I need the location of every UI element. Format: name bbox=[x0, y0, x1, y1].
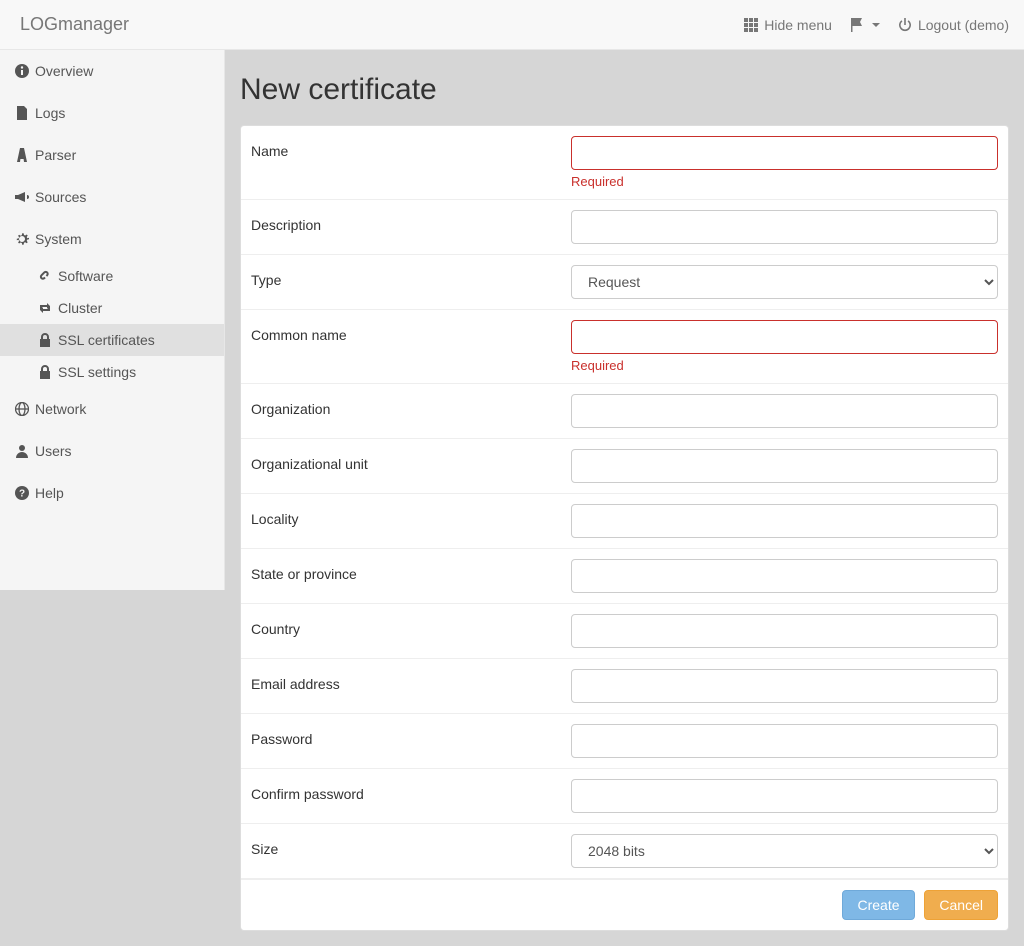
sidebar-label: Software bbox=[58, 268, 113, 284]
sidebar-label: Users bbox=[35, 443, 72, 459]
row-size: Size 2048 bits bbox=[241, 824, 1008, 879]
label-size: Size bbox=[251, 834, 571, 868]
caret-down-icon bbox=[872, 23, 880, 27]
sidebar-item-system[interactable]: System bbox=[0, 218, 224, 260]
file-icon bbox=[15, 106, 29, 120]
label-password: Password bbox=[251, 724, 571, 758]
svg-text:?: ? bbox=[19, 489, 25, 500]
flag-icon bbox=[850, 18, 864, 32]
brand[interactable]: LOGmanager bbox=[15, 14, 129, 35]
row-organization: Organization bbox=[241, 384, 1008, 439]
label-country: Country bbox=[251, 614, 571, 648]
confirm-password-input[interactable] bbox=[571, 779, 998, 813]
sidebar-item-network[interactable]: Network bbox=[0, 388, 224, 430]
sidebar-item-logs[interactable]: Logs bbox=[0, 92, 224, 134]
label-common-name: Common name bbox=[251, 320, 571, 373]
state-input[interactable] bbox=[571, 559, 998, 593]
user-icon bbox=[15, 444, 29, 458]
row-description: Description bbox=[241, 200, 1008, 255]
country-input[interactable] bbox=[571, 614, 998, 648]
locality-input[interactable] bbox=[571, 504, 998, 538]
road-icon bbox=[15, 148, 29, 162]
link-icon bbox=[38, 269, 52, 283]
sidebar-label: System bbox=[35, 231, 82, 247]
sidebar-label: Parser bbox=[35, 147, 76, 163]
organization-input[interactable] bbox=[571, 394, 998, 428]
sidebar-label: Network bbox=[35, 401, 86, 417]
content: New certificate Name Required Descriptio… bbox=[225, 50, 1024, 946]
sidebar-label: Logs bbox=[35, 105, 65, 121]
row-type: Type Request bbox=[241, 255, 1008, 310]
row-common-name: Common name Required bbox=[241, 310, 1008, 384]
row-password: Password bbox=[241, 714, 1008, 769]
grid-icon bbox=[744, 18, 758, 32]
size-select[interactable]: 2048 bits bbox=[571, 834, 998, 868]
type-select[interactable]: Request bbox=[571, 265, 998, 299]
sidebar-sub-cluster[interactable]: Cluster bbox=[0, 292, 224, 324]
row-locality: Locality bbox=[241, 494, 1008, 549]
sidebar-label: Sources bbox=[35, 189, 86, 205]
sidebar-item-sources[interactable]: Sources bbox=[0, 176, 224, 218]
label-org-unit: Organizational unit bbox=[251, 449, 571, 483]
sidebar-sub-ssl-certificates[interactable]: SSL certificates bbox=[0, 324, 224, 356]
sidebar-sub-software[interactable]: Software bbox=[0, 260, 224, 292]
sidebar-item-users[interactable]: Users bbox=[0, 430, 224, 472]
sidebar-label: SSL settings bbox=[58, 364, 136, 380]
row-country: Country bbox=[241, 604, 1008, 659]
label-email: Email address bbox=[251, 669, 571, 703]
org-unit-input[interactable] bbox=[571, 449, 998, 483]
label-organization: Organization bbox=[251, 394, 571, 428]
description-input[interactable] bbox=[571, 210, 998, 244]
row-state: State or province bbox=[241, 549, 1008, 604]
page-title: New certificate bbox=[240, 73, 1009, 107]
name-input[interactable] bbox=[571, 136, 998, 170]
password-input[interactable] bbox=[571, 724, 998, 758]
globe-icon bbox=[15, 402, 29, 416]
topbar: LOGmanager Hide menu Logout (demo) bbox=[0, 0, 1024, 50]
row-org-unit: Organizational unit bbox=[241, 439, 1008, 494]
sidebar-item-parser[interactable]: Parser bbox=[0, 134, 224, 176]
sidebar: Overview Logs Parser Sources System Soft… bbox=[0, 50, 225, 590]
sidebar-sub-ssl-settings[interactable]: SSL settings bbox=[0, 356, 224, 388]
power-icon bbox=[898, 18, 912, 32]
label-locality: Locality bbox=[251, 504, 571, 538]
sidebar-label: Overview bbox=[35, 63, 93, 79]
row-confirm-password: Confirm password bbox=[241, 769, 1008, 824]
sidebar-item-overview[interactable]: Overview bbox=[0, 50, 224, 92]
sidebar-item-help[interactable]: ? Help bbox=[0, 472, 224, 514]
row-email: Email address bbox=[241, 659, 1008, 714]
lock-icon bbox=[38, 333, 52, 347]
hide-menu-label: Hide menu bbox=[764, 17, 832, 33]
label-confirm-password: Confirm password bbox=[251, 779, 571, 813]
name-error: Required bbox=[571, 174, 998, 189]
label-name: Name bbox=[251, 136, 571, 189]
form-footer: Create Cancel bbox=[241, 879, 1008, 930]
create-button[interactable]: Create bbox=[842, 890, 914, 920]
gear-icon bbox=[15, 232, 29, 246]
form-panel: Name Required Description Type Request C… bbox=[240, 125, 1009, 931]
common-name-input[interactable] bbox=[571, 320, 998, 354]
sidebar-label: Cluster bbox=[58, 300, 102, 316]
sidebar-label: SSL certificates bbox=[58, 332, 155, 348]
lock-icon bbox=[38, 365, 52, 379]
flag-dropdown[interactable] bbox=[850, 18, 880, 32]
email-input[interactable] bbox=[571, 669, 998, 703]
question-icon: ? bbox=[15, 486, 29, 500]
logout-button[interactable]: Logout (demo) bbox=[898, 17, 1009, 33]
row-name: Name Required bbox=[241, 126, 1008, 200]
label-description: Description bbox=[251, 210, 571, 244]
common-name-error: Required bbox=[571, 358, 998, 373]
logout-label: Logout (demo) bbox=[918, 17, 1009, 33]
info-icon bbox=[15, 64, 29, 78]
cancel-button[interactable]: Cancel bbox=[924, 890, 998, 920]
bullhorn-icon bbox=[15, 190, 29, 204]
sidebar-label: Help bbox=[35, 485, 64, 501]
label-type: Type bbox=[251, 265, 571, 299]
hide-menu-button[interactable]: Hide menu bbox=[744, 17, 832, 33]
retweet-icon bbox=[38, 301, 52, 315]
label-state: State or province bbox=[251, 559, 571, 593]
